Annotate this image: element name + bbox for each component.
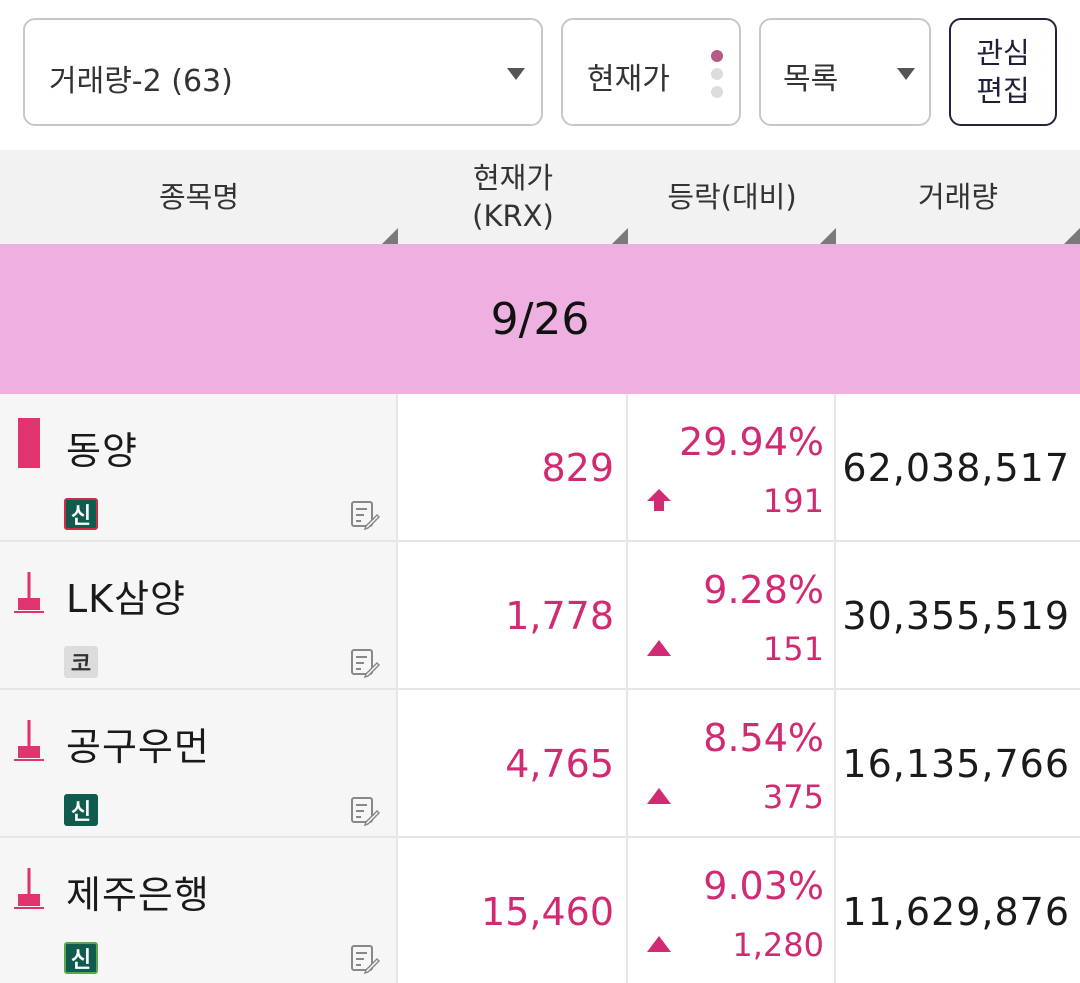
table-row[interactable]: 제주은행신 15,460 9.03% 1,280 11,629,876 <box>0 838 1080 983</box>
table-header: 종목명 현재가 (KRX) 등락(대비) 거래량 <box>0 150 1080 244</box>
stock-name-cell[interactable]: LK삼양코 <box>0 542 398 688</box>
sort-corner-icon <box>820 228 836 244</box>
column-header-volume[interactable]: 거래량 <box>836 150 1080 244</box>
stock-name: 공구우먼 <box>66 725 210 769</box>
current-price: 4,765 <box>505 742 614 786</box>
memo-edit-icon[interactable] <box>350 648 381 679</box>
change-cell: 8.54% 375 <box>628 690 836 836</box>
market-badge: 신 <box>64 498 98 530</box>
top-toolbar: 거래량-2 (63) 현재가 목록 관심 편집 <box>0 0 1080 150</box>
watchlist-group-select[interactable]: 거래량-2 (63) <box>23 18 543 126</box>
volume-cell: 62,038,517 <box>836 394 1080 540</box>
trade-volume: 16,135,766 <box>842 742 1070 786</box>
change-amount: 375 <box>762 778 824 816</box>
change-cell: 29.94% 191 <box>628 394 836 540</box>
sort-corner-icon <box>1064 228 1080 244</box>
edit-watchlist-label: 관심 편집 <box>976 36 1030 108</box>
volume-cell: 16,135,766 <box>836 690 1080 836</box>
column-header-change[interactable]: 등락(대비) <box>628 150 836 244</box>
view-mode-select[interactable]: 목록 <box>759 18 931 126</box>
edit-watchlist-button[interactable]: 관심 편집 <box>949 18 1057 126</box>
candlestick-icon <box>14 862 44 912</box>
market-badge: 신 <box>64 942 98 974</box>
trade-volume: 62,038,517 <box>842 446 1070 490</box>
up-arrow-icon <box>646 932 672 956</box>
stock-list: 동양신 829 29.94% 191 62,038,517 LK삼양코 1,778 9.28%… <box>0 394 1080 983</box>
market-badge: 코 <box>64 646 98 678</box>
stock-name-cell[interactable]: 공구우먼신 <box>0 690 398 836</box>
table-row[interactable]: LK삼양코 1,778 9.28% 151 30,355,519 <box>0 542 1080 690</box>
candlestick-icon <box>14 566 44 616</box>
sort-corner-icon <box>612 228 628 244</box>
view-mode-label: 목록 <box>783 62 839 97</box>
sort-corner-icon <box>382 228 398 244</box>
stock-name: 동양 <box>66 429 138 473</box>
trade-volume: 30,355,519 <box>842 594 1070 638</box>
memo-edit-icon[interactable] <box>350 796 381 827</box>
candlestick-icon <box>14 418 44 468</box>
change-percent: 9.28% <box>703 568 824 612</box>
table-row[interactable]: 공구우먼신 4,765 8.54% 375 16,135,766 <box>0 690 1080 838</box>
date-banner: 9/26 <box>0 244 1080 394</box>
chevron-down-icon <box>507 68 525 80</box>
change-percent: 29.94% <box>679 420 824 464</box>
change-amount: 191 <box>762 482 824 520</box>
up-arrow-icon <box>646 784 672 808</box>
stock-name-cell[interactable]: 제주은행신 <box>0 838 398 983</box>
change-cell: 9.03% 1,280 <box>628 838 836 983</box>
stock-name: LK삼양 <box>66 577 187 621</box>
price-type-select[interactable]: 현재가 <box>561 18 741 126</box>
price-cell: 829 <box>398 394 628 540</box>
change-cell: 9.28% 151 <box>628 542 836 688</box>
price-cell: 1,778 <box>398 542 628 688</box>
market-badge: 신 <box>64 794 98 826</box>
memo-edit-icon[interactable] <box>350 944 381 975</box>
change-amount: 1,280 <box>732 926 824 964</box>
price-type-label: 현재가 <box>587 62 670 97</box>
current-price: 15,460 <box>481 890 614 934</box>
table-row[interactable]: 동양신 829 29.94% 191 62,038,517 <box>0 394 1080 542</box>
volume-cell: 30,355,519 <box>836 542 1080 688</box>
column-header-price[interactable]: 현재가 (KRX) <box>398 150 628 244</box>
current-price: 829 <box>541 446 614 490</box>
change-amount: 151 <box>762 630 824 668</box>
upper-limit-arrow-icon <box>646 488 672 512</box>
change-percent: 8.54% <box>703 716 824 760</box>
trade-volume: 11,629,876 <box>842 890 1070 934</box>
price-cell: 4,765 <box>398 690 628 836</box>
page-dots-icon <box>711 50 723 98</box>
chevron-down-icon <box>897 68 915 80</box>
watchlist-group-label: 거래량-2 (63) <box>49 64 233 99</box>
column-header-name[interactable]: 종목명 <box>0 150 398 244</box>
volume-cell: 11,629,876 <box>836 838 1080 983</box>
candlestick-icon <box>14 714 44 764</box>
current-price: 1,778 <box>505 594 614 638</box>
price-cell: 15,460 <box>398 838 628 983</box>
up-arrow-icon <box>646 636 672 660</box>
stock-name: 제주은행 <box>66 873 210 917</box>
change-percent: 9.03% <box>703 864 824 908</box>
stock-name-cell[interactable]: 동양신 <box>0 394 398 540</box>
memo-edit-icon[interactable] <box>350 500 381 531</box>
